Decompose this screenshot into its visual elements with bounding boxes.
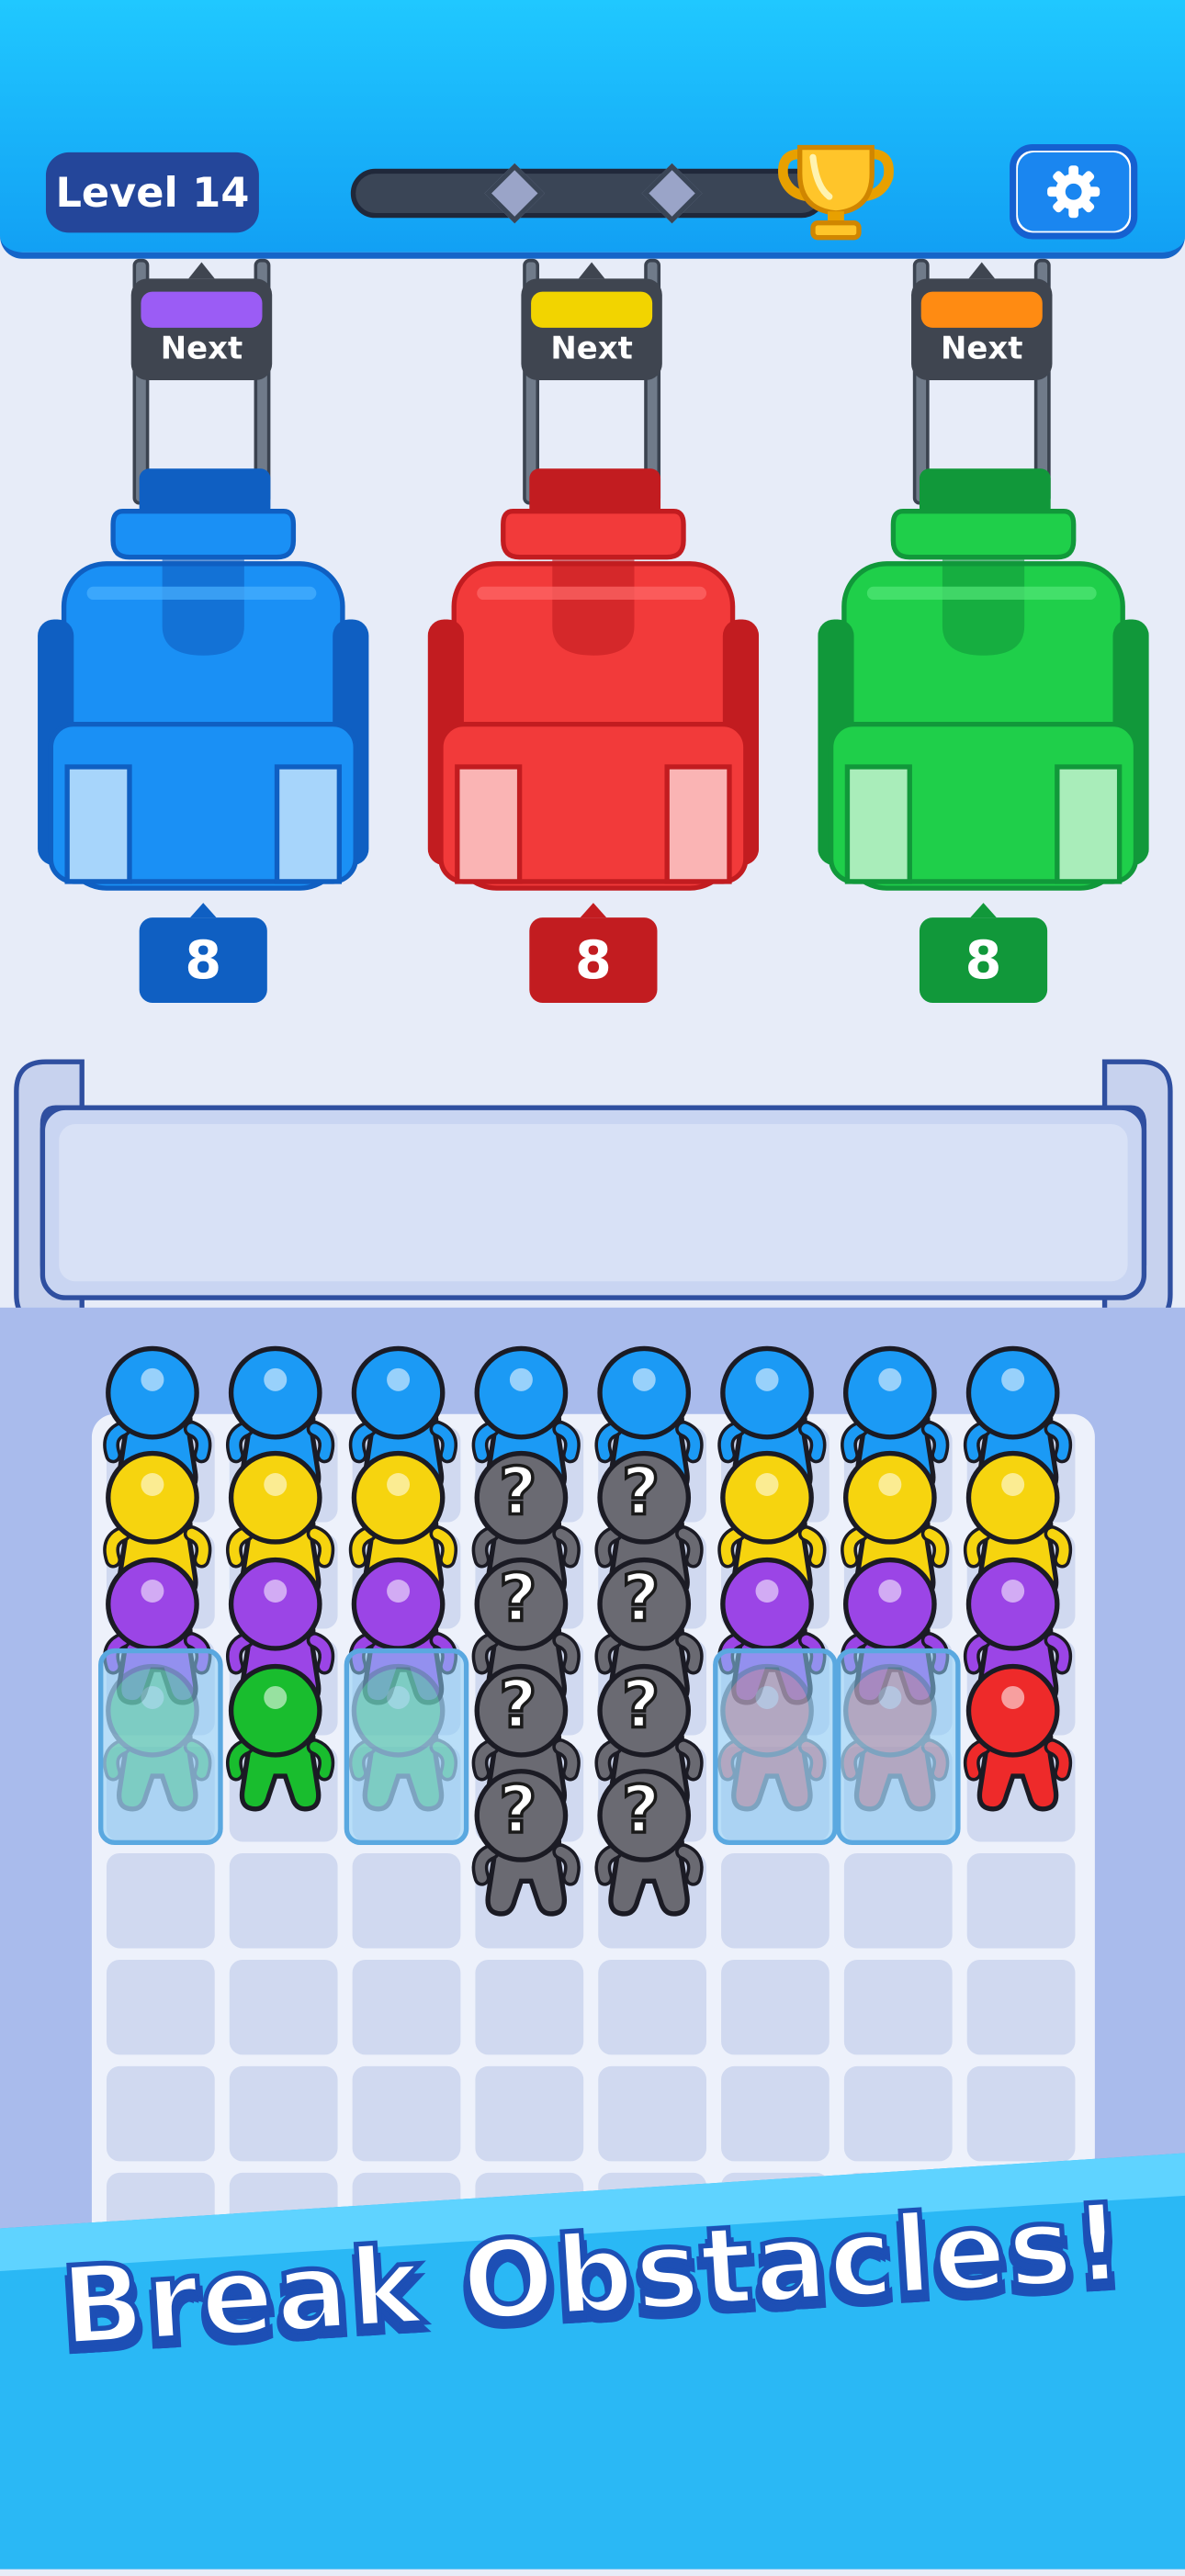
frozen-person-red[interactable] [713,1648,838,1846]
mystery-person[interactable]: ? [592,1448,715,1599]
yellow-person[interactable] [715,1448,838,1599]
ice-block [713,1648,838,1846]
mystery-person[interactable]: ? [468,1661,592,1812]
question-mark: ? [497,1667,538,1746]
purple-person[interactable] [345,1555,468,1705]
blue-person[interactable] [223,1344,346,1494]
ice-block [344,1648,469,1846]
mystery-person[interactable]: ? [592,1766,715,1917]
frozen-person-green[interactable] [344,1648,469,1846]
question-mark: ? [620,1454,661,1533]
yellow-person[interactable] [838,1448,961,1599]
mystery-person[interactable]: ? [468,1448,592,1599]
purple-person[interactable] [223,1555,346,1705]
blue-person[interactable] [345,1344,468,1494]
blue-person[interactable] [961,1344,1084,1494]
mystery-person[interactable]: ? [592,1661,715,1812]
frozen-person-red[interactable] [835,1648,961,1846]
ice-block [835,1648,961,1846]
green-person[interactable] [223,1661,346,1812]
red-person[interactable] [961,1661,1084,1812]
blue-person[interactable] [592,1344,715,1494]
blue-person[interactable] [100,1344,223,1494]
yellow-person[interactable] [345,1448,468,1599]
blue-person[interactable] [715,1344,838,1494]
mystery-person[interactable]: ? [468,1766,592,1917]
blue-person[interactable] [838,1344,961,1494]
purple-person[interactable] [961,1555,1084,1705]
ice-block [98,1648,223,1846]
question-mark: ? [620,1667,661,1746]
mystery-person[interactable]: ? [468,1555,592,1705]
yellow-person[interactable] [100,1448,223,1599]
question-mark: ? [497,1560,538,1639]
question-mark: ? [620,1560,661,1639]
purple-person[interactable] [715,1555,838,1705]
question-mark: ? [620,1772,661,1850]
yellow-person[interactable] [961,1448,1084,1599]
mystery-person[interactable]: ? [592,1555,715,1705]
question-mark: ? [497,1772,538,1850]
purple-person[interactable] [100,1555,223,1705]
yellow-person[interactable] [223,1448,346,1599]
question-mark: ? [497,1454,538,1533]
banner-caption: Break Obstacles! [0,2177,1185,2409]
blue-person[interactable] [468,1344,592,1494]
frozen-person-green[interactable] [98,1648,223,1846]
purple-person[interactable] [838,1555,961,1705]
